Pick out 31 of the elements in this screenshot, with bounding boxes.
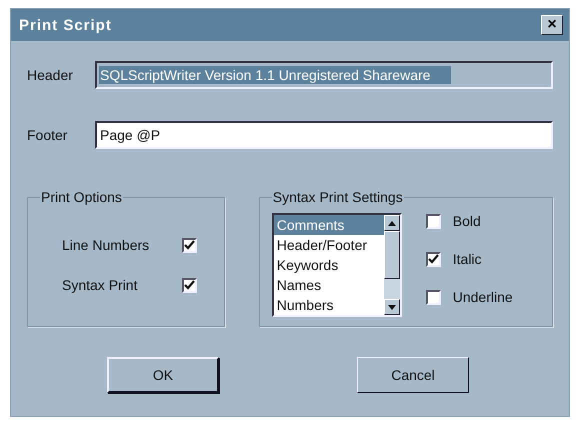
checkbox[interactable]: [426, 214, 441, 228]
checkbox[interactable]: [182, 278, 197, 292]
option-label: Line Numbers: [62, 237, 150, 253]
cancel-button[interactable]: Cancel: [357, 357, 469, 393]
list-item[interactable]: Numbers: [274, 295, 384, 315]
close-button[interactable]: ×: [541, 15, 563, 35]
check-icon: [184, 240, 195, 250]
scroll-up-icon[interactable]: [388, 220, 396, 226]
ok-button[interactable]: OK: [107, 357, 219, 393]
checkbox[interactable]: [426, 252, 441, 266]
list-item[interactable]: Header/Footer: [274, 235, 384, 255]
checkbox[interactable]: [426, 290, 441, 304]
checkbox[interactable]: [182, 238, 197, 252]
checkbox-label: Underline: [452, 289, 513, 305]
checkbox-label: Italic: [452, 251, 482, 267]
window-title: Print Script: [19, 16, 112, 34]
scroll-down-icon[interactable]: [388, 304, 396, 310]
syntax-list[interactable]: Comments Header/Footer Keywords Names Numbers: [272, 213, 402, 317]
check-icon: [428, 254, 439, 264]
scrollbar[interactable]: [384, 215, 400, 315]
field-label: Footer: [27, 127, 68, 143]
list-item[interactable]: Keywords: [274, 255, 384, 275]
checkbox-label: Bold: [452, 213, 481, 229]
field-label: Header: [27, 67, 74, 83]
list-item[interactable]: Comments: [274, 215, 384, 235]
option-label: Syntax Print: [62, 277, 138, 293]
group-title: Print Options: [40, 189, 123, 205]
group-title: Syntax Print Settings: [272, 189, 404, 205]
check-icon: [184, 280, 195, 290]
list-item[interactable]: Names: [274, 275, 384, 295]
footer-field[interactable]: Page @P: [95, 121, 553, 149]
